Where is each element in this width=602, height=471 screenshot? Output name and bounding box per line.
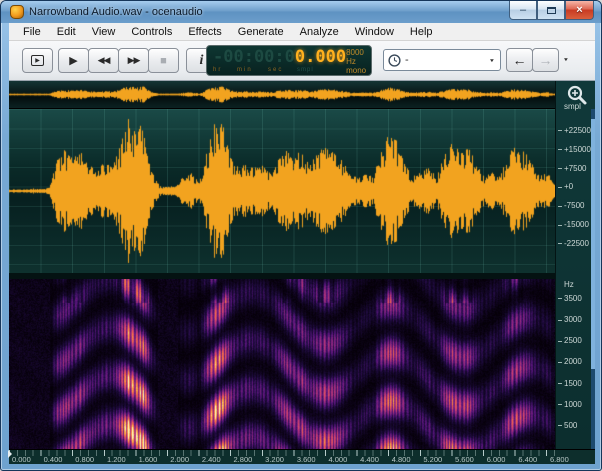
combo-dropdown-icon: ▼ [489,57,495,62]
time-tick-label: 4.800 [390,455,411,464]
undo-back-button[interactable]: ← [506,48,533,72]
time-tick-label: 6.000 [485,455,506,464]
redo-forward-button[interactable]: → [532,48,559,72]
counter-digits: -00:00:00.000 hr min sec smpl [213,48,346,74]
format-info: 8000 Hz mono [346,48,366,74]
rewind-button[interactable]: ◀◀ [88,48,119,73]
frequency-tick-label: 2500 [558,336,582,345]
menu-item[interactable]: Generate [230,24,292,40]
frequency-tick-label: 3000 [558,315,582,324]
time-counter[interactable]: -00:00:00.000 hr min sec smpl 8000 Hz mo… [206,45,372,76]
amplitude-tick-label: +7500 [558,164,591,173]
app-icon [10,5,24,19]
fast-forward-button[interactable]: ▶▶ [118,48,149,73]
selection-combo-value: - [401,54,488,66]
waveform-canvas [9,109,555,273]
play-icon: ▶ [69,54,77,67]
minimize-button[interactable]: – [509,1,537,20]
time-tick-label: 6.800 [548,455,569,464]
time-tick-label: 0.800 [73,455,94,464]
counter-dim-digits: -00:00:0 [213,48,295,67]
time-axis-labels: 0.000 0.400 0.800 1.200 1.600 2.000 2.400 2.800… [10,455,548,465]
spectrogram-canvas [9,279,555,449]
amplitude-axis: +22500 +15000 +7500 +0 -7500 -15000 -22500 [558,126,591,248]
app-window: Narrowband Audio.wav - ocenaudio – × Fil… [0,0,602,471]
time-tick-label: 5.200 [421,455,442,464]
selection-combo[interactable]: - ▼ [383,49,501,71]
frequency-tick-label: 3500 [558,294,582,303]
counter-bright-digits: 0.000 [295,48,346,67]
forward-arrow-icon: → [539,52,553,68]
title-bar[interactable]: Narrowband Audio.wav - ocenaudio – × [1,1,601,23]
rewind-icon: ◀◀ [98,55,110,66]
waveform-overview[interactable] [9,81,555,109]
time-tick-label: 5.600 [453,455,474,464]
time-tick-label: 2.800 [232,455,253,464]
time-tick-label: 4.400 [358,455,379,464]
menu-item[interactable]: Edit [49,24,84,40]
amplitude-tick-label: +0 [558,182,591,191]
amplitude-axis-unit: smpl [564,102,581,111]
time-tick-label: 3.200 [263,455,284,464]
overview-canvas [9,81,555,108]
amplitude-tick-label: +15000 [558,145,591,154]
stop-icon: ■ [160,55,167,67]
back-arrow-icon: ← [513,52,527,68]
time-tick-label: 6.400 [516,455,537,464]
axis-strip: smpl +22500 +15000 +7500 +0 -7500 -15000 -2250… [555,81,595,449]
close-button[interactable]: × [565,1,594,20]
menu-item[interactable]: File [15,24,49,40]
time-axis[interactable]: 0.000 0.400 0.800 1.200 1.600 2.000 2.400 2.800… [9,449,595,464]
vertical-scrollbar[interactable] [591,109,595,449]
time-tick-label: 2.400 [200,455,221,464]
menu-item[interactable]: Controls [123,24,180,40]
spectrogram-view[interactable] [9,279,555,449]
close-icon: × [576,5,582,16]
time-tick-label: 0.400 [42,455,63,464]
play-button[interactable]: ▶ [58,48,89,73]
frequency-axis-unit: Hz [564,280,574,289]
channel-mode: mono [346,66,366,75]
transport-group: ▶ ◀◀ ▶▶ ■ [58,48,179,73]
frequency-tick-label: 1500 [558,379,582,388]
maximize-button[interactable] [537,1,565,20]
menu-item[interactable]: Effects [180,24,229,40]
time-tick-label: 2.000 [168,455,189,464]
minimize-icon: – [520,5,526,16]
amplitude-tick-label: +22500 [558,126,591,135]
time-tick-label: 0.000 [10,455,31,464]
amplitude-tick-label: -15000 [558,220,591,229]
fast-forward-icon: ▶▶ [128,55,140,66]
editor-area: 0.000 0.400 0.800 1.200 1.600 2.000 2.400 2.800… [9,81,595,464]
info-icon: i [200,53,204,69]
time-tick-label: 1.600 [137,455,158,464]
time-tick-label: 1.200 [105,455,126,464]
time-tick-label: 3.600 [295,455,316,464]
menu-item[interactable]: View [84,24,124,40]
frequency-tick-label: 2000 [558,357,582,366]
nav-dropdown-icon[interactable]: ▼ [563,57,569,62]
waveform-view[interactable] [9,109,555,273]
stop-button[interactable]: ■ [148,48,179,73]
clock-icon [388,54,401,67]
caption-buttons: – × [509,1,594,20]
time-tick-label: 4.000 [326,455,347,464]
frequency-axis: 3500 3000 2500 2000 1500 1000 500 [558,294,582,430]
maximize-icon [547,7,556,14]
toolbar: ▶ ▶ ◀◀ ▶▶ ■ i -00:00:00.000 hr min sec s… [9,41,595,81]
vertical-scrollbar-thumb[interactable] [591,119,595,369]
menu-item[interactable]: Window [347,24,402,40]
boxed-play-icon: ▶ [31,55,44,66]
amplitude-tick-label: -22500 [558,239,591,248]
frequency-tick-label: 500 [558,421,582,430]
menu-bar: FileEditViewControlsEffectsGenerateAnaly… [9,23,595,41]
menu-item[interactable]: Help [402,24,441,40]
counter-unit-labels: hr min sec smpl [213,67,346,74]
sample-rate: 8000 Hz [346,48,366,66]
menu-item[interactable]: Analyze [292,24,347,40]
window-title: Narrowband Audio.wav - ocenaudio [29,6,203,18]
frequency-tick-label: 1000 [558,400,582,409]
amplitude-tick-label: -7500 [558,201,591,210]
play-region-button[interactable]: ▶ [22,48,53,73]
